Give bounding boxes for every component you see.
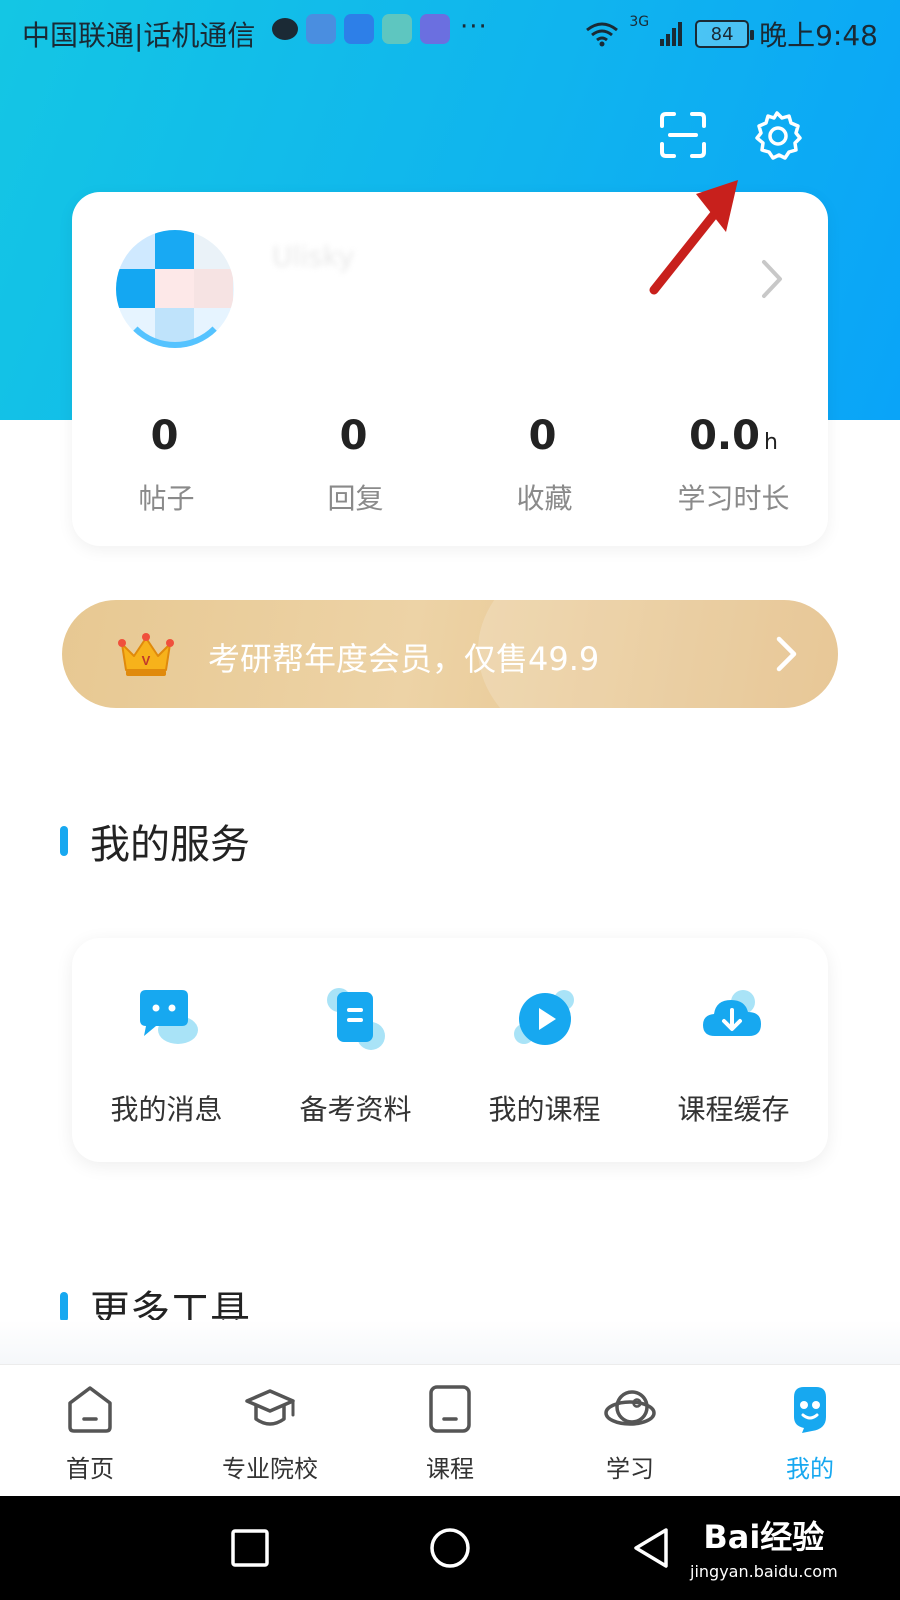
planet-icon [604,1390,656,1426]
vip-membership-banner[interactable]: V 考研帮年度会员，仅售49.9 [62,600,838,708]
signal-icon [660,22,683,46]
stat-label: 学习时长 [677,482,790,515]
carrier-label: 中国联通|话机通信 [22,19,256,52]
cloud-download-icon [703,990,761,1036]
section-title-services: 我的服务 [60,812,250,870]
course-icon [429,1385,471,1433]
recent-apps-button[interactable] [228,1526,272,1570]
status-bar: 中国联通|话机通信 ··· 3G 84 晚上9:48 [0,0,900,62]
service-course-cache[interactable]: 课程缓存 [639,938,828,1162]
camera-app-icon [382,14,412,44]
watermark-url: jingyan.baidu.com [690,1562,838,1581]
play-icon [514,990,574,1045]
nav-item-schools[interactable]: 专业院校 [180,1365,360,1496]
section-title-text: 我的服务 [90,822,250,868]
document-icon [327,988,385,1050]
battery-indicator: 84 [695,20,755,48]
nav-item-study[interactable]: 学习 [540,1365,720,1496]
crown-icon: V [118,633,174,676]
nav-item-courses[interactable]: 课程 [360,1365,540,1496]
home-button[interactable] [428,1526,472,1570]
bottom-nav: 首页 专业院校 课程 学习 我的 [0,1364,900,1496]
avatar-ring [116,230,234,348]
back-button[interactable] [630,1526,674,1570]
more-notifications-icon: ··· [460,12,488,42]
stat-label: 回复 [327,482,384,515]
nav-label: 课程 [426,1455,474,1483]
stat-value: 0.0 h [689,413,778,459]
chevron-right-icon [776,636,797,672]
service-label: 我的消息 [110,1093,223,1126]
profile-stats: 0 帖子 0 回复 0 收藏 0.0 h 学习时长 [72,414,828,517]
nav-label: 专业院校 [222,1455,318,1483]
service-study-materials[interactable]: 备考资料 [261,938,450,1162]
services-card: 我的消息 备考资料 我的课程 课程缓存 [72,938,828,1162]
stat-value: 0 [150,413,179,459]
svg-text:V: V [142,653,151,668]
service-my-courses[interactable]: 我的课程 [450,938,639,1162]
nav-item-home[interactable]: 首页 [0,1365,180,1496]
clock-label: 晚上9:48 [759,19,878,52]
watermark: Bai经验 jingyan.baidu.com [690,1512,838,1581]
app-notification-icon [306,14,336,44]
notification-icons [272,14,450,44]
status-right: 3G 84 晚上9:48 [585,14,878,54]
content-fade [0,1320,900,1364]
service-label: 备考资料 [299,1093,412,1126]
service-label: 我的课程 [488,1093,601,1126]
stat-replies[interactable]: 0 回复 [261,414,450,517]
section-marker [60,826,68,856]
scan-icon[interactable] [658,110,708,160]
system-nav-bar: Bai经验 jingyan.baidu.com [0,1496,900,1600]
service-my-messages[interactable]: 我的消息 [72,938,261,1162]
nav-label: 学习 [606,1455,654,1483]
chevron-right-icon[interactable] [758,254,788,304]
bulb-app-icon [344,14,374,44]
stat-posts[interactable]: 0 帖子 [72,414,261,517]
message-icon [140,990,198,1044]
username[interactable]: Ulisky [272,240,354,273]
mascot-icon [794,1387,826,1433]
wifi-icon [586,22,619,47]
network-type-label: 3G [629,14,650,30]
service-label: 课程缓存 [677,1093,790,1126]
chat-bubble-icon [272,18,298,40]
annotation-arrow [649,180,738,295]
graduation-cap-icon [245,1389,295,1426]
home-icon [68,1386,112,1433]
nav-label: 首页 [66,1455,114,1483]
nav-item-mine[interactable]: 我的 [720,1365,900,1496]
stat-value: 0 [528,413,557,459]
stat-study-time[interactable]: 0.0 h 学习时长 [639,414,828,517]
stat-value: 0 [339,413,368,459]
stat-label: 帖子 [138,482,195,515]
stat-label: 收藏 [516,482,573,515]
watermark-logo: Bai经验 [703,1518,825,1556]
vip-banner-text: 考研帮年度会员，仅售49.9 [208,640,600,678]
section-marker [60,1292,68,1322]
stat-favorites[interactable]: 0 收藏 [450,414,639,517]
gear-icon[interactable] [752,110,802,160]
nav-label: 我的 [786,1455,834,1483]
chart-app-icon [420,14,450,44]
